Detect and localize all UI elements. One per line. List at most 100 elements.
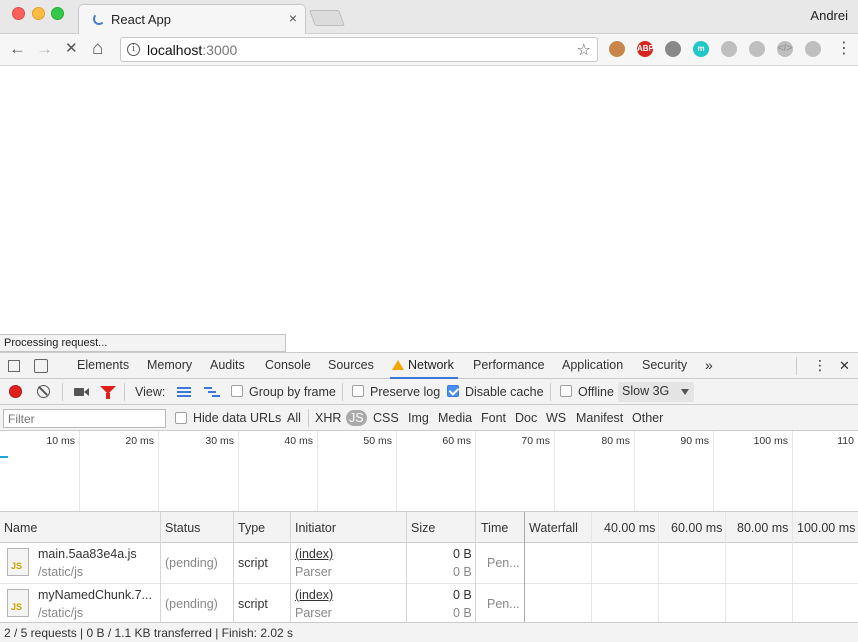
overview-tick-label: 110 [837,435,854,447]
column-header-initiator[interactable]: Initiator [295,521,336,535]
react-devtools-icon[interactable] [805,41,821,57]
large-rows-icon[interactable] [177,387,191,397]
throttling-select[interactable]: Slow 3G [618,382,694,402]
page-viewport [0,67,858,351]
overview-gridline [634,431,635,511]
request-type: script [238,597,268,611]
tab-security[interactable]: Security [640,353,689,379]
offline-checkbox[interactable] [560,385,572,397]
filter-type-img[interactable]: Img [405,410,432,426]
filter-type-media[interactable]: Media [435,410,475,426]
minimize-window-button[interactable] [32,7,45,20]
column-header-size[interactable]: Size [411,521,435,535]
new-tab-button[interactable] [309,10,345,26]
code-icon[interactable]: </> [777,41,793,57]
request-name[interactable]: myNamedChunk.7... [38,588,152,602]
request-name[interactable]: main.5aa83e4a.js [38,547,137,561]
filter-type-ws[interactable]: WS [543,410,569,426]
column-header-type[interactable]: Type [238,521,265,535]
profile-name[interactable]: Andrei [810,8,848,23]
device-toolbar-icon[interactable] [34,359,48,373]
request-initiator-type: Parser [295,606,332,620]
request-initiator-type: Parser [295,565,332,579]
home-icon[interactable]: ⌂ [92,39,103,59]
preserve-log-checkbox[interactable] [352,385,364,397]
tab-application[interactable]: Application [560,353,625,379]
tab-console[interactable]: Console [263,353,313,379]
filter-type-js[interactable]: JS [346,410,367,426]
hide-data-urls-label: Hide data URLs [193,411,282,425]
devtools-menu-icon[interactable]: ⋮ [811,353,829,379]
request-time: Pen... [487,556,520,570]
adblock-plus-icon[interactable]: ABP [637,41,654,57]
column-header-name[interactable]: Name [4,521,37,535]
waterfall-tick-label: 100.00 ms [797,521,856,535]
hide-data-urls-checkbox[interactable] [175,412,187,424]
tab-memory[interactable]: Memory [145,353,194,379]
back-arrow-icon[interactable]: ← [9,39,26,59]
filter-type-font[interactable]: Font [478,410,509,426]
column-divider[interactable] [475,512,476,622]
devtools-close-icon[interactable]: ✕ [837,353,852,379]
offline-label: Offline [578,385,614,399]
disable-cache-checkbox[interactable] [447,385,459,397]
filter-type-doc[interactable]: Doc [512,410,540,426]
close-window-button[interactable] [12,7,25,20]
filter-icon[interactable] [100,386,116,399]
browser-tab[interactable]: React App × [78,4,306,34]
record-icon[interactable] [9,385,22,398]
overview-icon[interactable] [204,387,220,397]
overview-tick-label: 90 ms [680,435,709,447]
forward-arrow-icon[interactable]: → [36,39,53,59]
network-overview[interactable]: 10 ms 20 ms 30 ms 40 ms 50 ms 60 ms 70 ms 80 ms… [0,431,858,512]
request-status: (pending) [165,556,218,570]
column-header-waterfall[interactable]: Waterfall [529,521,578,535]
overview-gridline [396,431,397,511]
inspect-element-icon[interactable] [8,360,20,372]
column-divider[interactable] [524,512,525,622]
more-tabs-icon[interactable]: » [703,353,715,379]
capture-screenshots-icon[interactable] [74,388,84,396]
filter-type-xhr[interactable]: XHR [312,410,344,426]
jar-icon[interactable] [665,41,681,57]
tab-close-icon[interactable]: × [289,10,297,26]
cookie-icon[interactable] [609,41,625,57]
loading-spinner-icon [93,13,105,25]
request-initiator-link[interactable]: (index) [295,547,333,561]
filter-type-all[interactable]: All [284,410,304,426]
tab-performance[interactable]: Performance [471,353,547,379]
tab-audits[interactable]: Audits [208,353,247,379]
preserve-log-label: Preserve log [370,385,441,399]
column-divider[interactable] [233,512,234,622]
browser-menu-icon[interactable]: ⋮ [836,39,852,59]
tab-sources[interactable]: Sources [326,353,376,379]
filter-type-manifest[interactable]: Manifest [573,410,626,426]
table-row[interactable]: main.5aa83e4a.js /static/js (pending) sc… [0,543,858,584]
waterfall-gridline [792,512,793,622]
overview-gridline [317,431,318,511]
table-row[interactable]: myNamedChunk.7... /static/js (pending) s… [0,584,858,625]
filter-input[interactable] [3,409,166,428]
filter-type-css[interactable]: CSS [370,410,402,426]
column-header-status[interactable]: Status [165,521,200,535]
grid-extension-icon[interactable] [749,41,765,57]
column-divider[interactable] [160,512,161,622]
tab-elements[interactable]: Elements [75,353,131,379]
filter-type-other[interactable]: Other [629,410,666,426]
url-text[interactable]: localhost:3000 [147,42,237,58]
address-bar[interactable]: i localhost:3000 ☆ [120,37,598,62]
maximize-window-button[interactable] [51,7,64,20]
waterfall-tick-label: 40.00 ms [604,521,656,535]
info-icon[interactable]: i [127,43,140,56]
group-by-frame-checkbox[interactable] [231,385,243,397]
tab-network[interactable]: Network [390,353,458,379]
column-header-time[interactable]: Time [481,521,508,535]
column-divider[interactable] [406,512,407,622]
column-divider[interactable] [290,512,291,622]
bookmark-star-icon[interactable]: ☆ [577,40,591,60]
stop-loading-icon[interactable]: ✕ [65,39,78,59]
m-extension-icon[interactable]: m [693,41,709,57]
clear-icon[interactable] [37,385,50,398]
leaf-icon[interactable] [721,41,737,57]
request-initiator-link[interactable]: (index) [295,588,333,602]
